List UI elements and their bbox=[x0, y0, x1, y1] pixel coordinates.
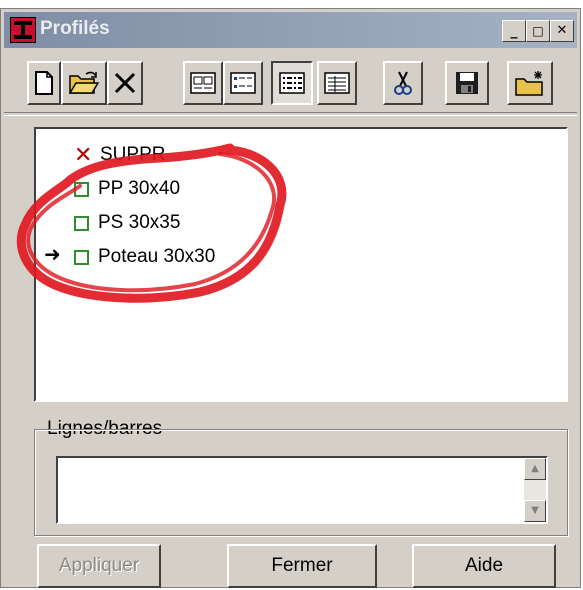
open-folder-icon bbox=[68, 71, 100, 94]
list-item-label: PS 30x35 bbox=[98, 212, 181, 233]
scroll-up-button[interactable]: ▲ bbox=[524, 458, 546, 480]
view-list-button[interactable] bbox=[271, 61, 313, 105]
vertical-scrollbar[interactable]: ▲ ▼ bbox=[524, 458, 546, 522]
view-details-icon bbox=[324, 72, 350, 94]
new-document-icon bbox=[35, 71, 53, 95]
view-small-icons-icon bbox=[230, 72, 256, 94]
view-large-icons-button[interactable] bbox=[183, 61, 223, 105]
list-item-label: SUPPR bbox=[100, 144, 166, 165]
profiles-window: Profilés _ □ ✕ ✕ SUPPR PP 30x40 PS 30x35… bbox=[0, 8, 581, 588]
close-button[interactable]: Fermer bbox=[227, 544, 377, 588]
title-bar[interactable]: Profilés _ □ ✕ bbox=[4, 12, 577, 48]
delete-mark-icon: ✕ bbox=[74, 142, 93, 168]
scroll-down-button[interactable]: ▼ bbox=[524, 500, 546, 522]
pointer-arrow-icon: ➜ bbox=[44, 242, 61, 266]
i-beam-app-icon bbox=[10, 17, 36, 43]
profiles-list[interactable]: ✕ SUPPR PP 30x40 PS 30x35 Poteau 30x30 bbox=[34, 127, 568, 402]
window-title: Profilés bbox=[40, 18, 110, 39]
open-button[interactable] bbox=[61, 61, 107, 105]
scissors-icon bbox=[394, 71, 412, 95]
new-folder-button[interactable] bbox=[507, 61, 553, 105]
minimize-button[interactable]: _ bbox=[502, 20, 526, 42]
view-large-icons-icon bbox=[190, 72, 216, 94]
list-item-pp-30x40[interactable]: PP 30x40 bbox=[74, 175, 180, 203]
new-button[interactable] bbox=[27, 61, 61, 105]
view-small-icons-button[interactable] bbox=[223, 61, 263, 105]
new-folder-icon bbox=[515, 71, 543, 96]
list-item-label: PP 30x40 bbox=[98, 178, 181, 199]
list-item-suppr[interactable]: ✕ SUPPR bbox=[74, 141, 165, 169]
view-details-button[interactable] bbox=[317, 61, 357, 105]
checkbox-icon[interactable] bbox=[74, 181, 89, 197]
delete-button[interactable] bbox=[107, 61, 143, 105]
list-item-poteau-30x30[interactable]: Poteau 30x30 bbox=[74, 243, 215, 271]
view-list-icon bbox=[279, 72, 305, 94]
checkbox-icon[interactable] bbox=[74, 249, 89, 265]
floppy-disk-icon bbox=[456, 72, 478, 94]
help-button[interactable]: Aide bbox=[412, 544, 556, 588]
checkbox-icon[interactable] bbox=[74, 215, 89, 231]
lines-bars-textarea[interactable]: ▲ ▼ bbox=[56, 456, 548, 524]
toolbar-separator bbox=[4, 112, 577, 116]
maximize-button[interactable]: □ bbox=[526, 20, 550, 42]
list-item-ps-30x35[interactable]: PS 30x35 bbox=[74, 209, 180, 237]
cut-button[interactable] bbox=[383, 61, 423, 105]
delete-x-icon bbox=[114, 72, 136, 94]
save-button[interactable] bbox=[445, 61, 489, 105]
close-window-button[interactable]: ✕ bbox=[550, 20, 574, 42]
apply-button[interactable]: Appliquer bbox=[37, 544, 161, 588]
list-item-label: Poteau 30x30 bbox=[98, 246, 216, 267]
